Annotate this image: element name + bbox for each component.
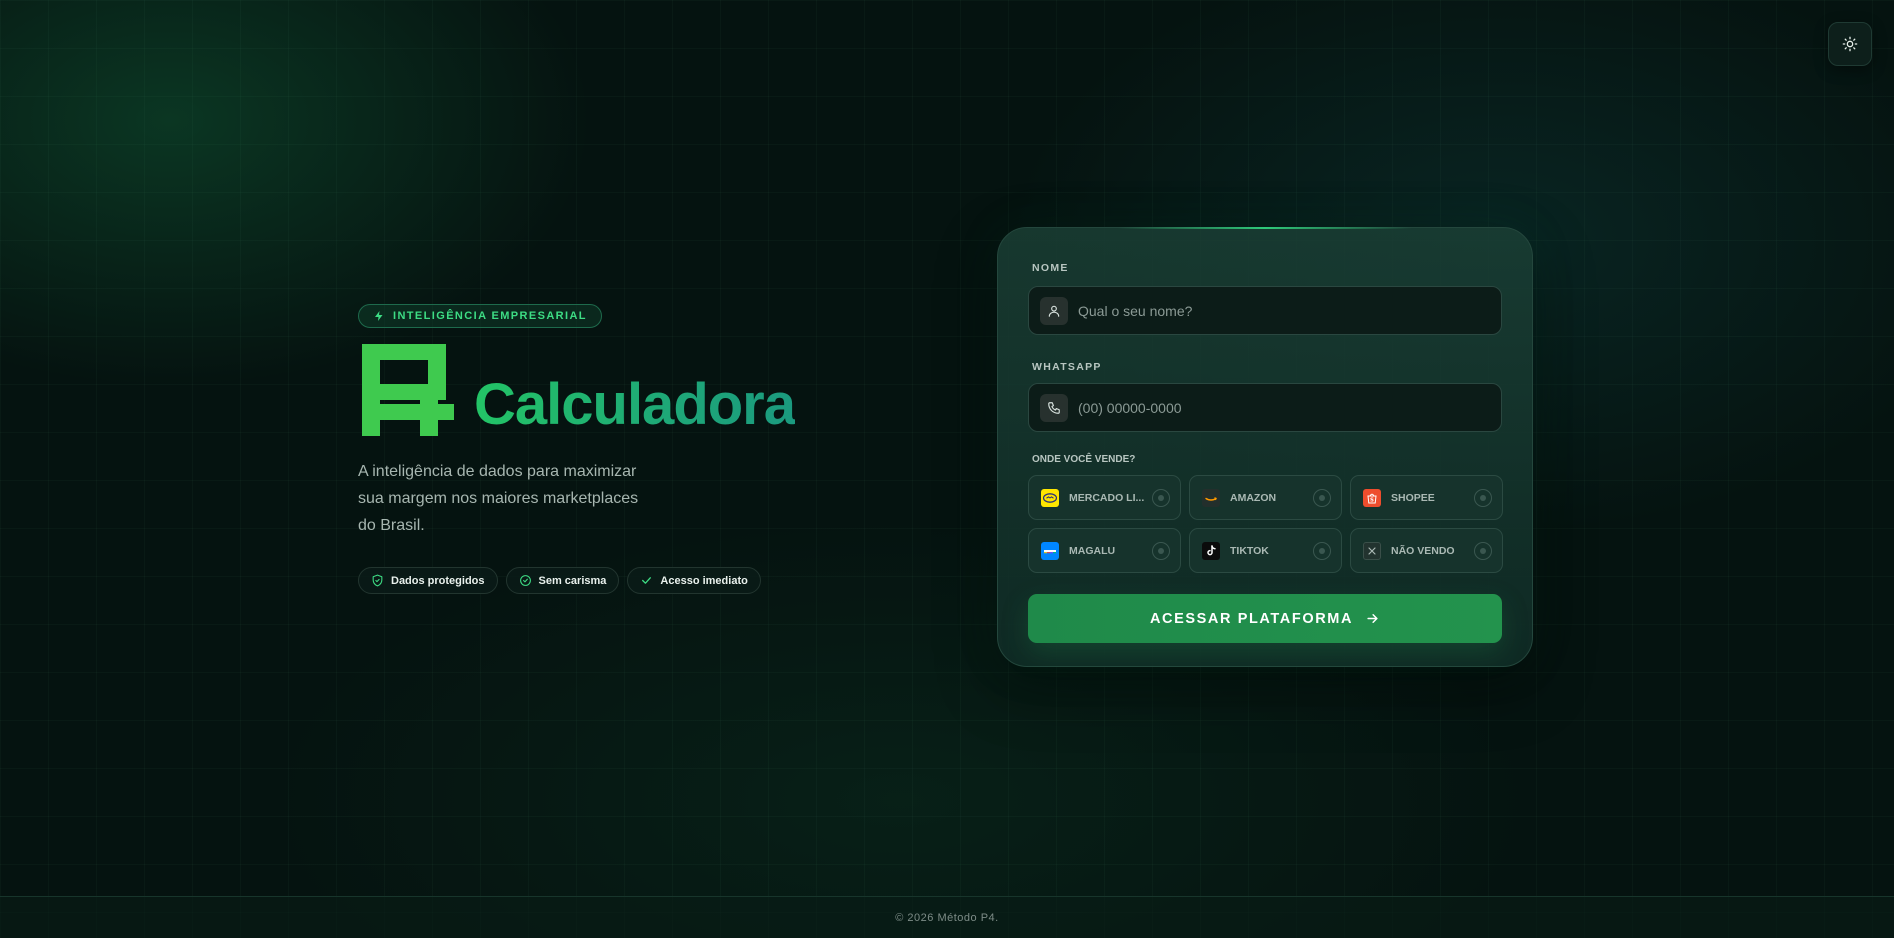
name-field-wrapper	[1028, 286, 1502, 335]
user-icon	[1040, 296, 1068, 325]
background-grid	[0, 0, 1894, 938]
category-badge-label: INTELIGÊNCIA EMPRESARIAL	[393, 310, 587, 322]
marketplace-option-magalu[interactable]: MAGALU	[1028, 528, 1181, 573]
marketplace-name: AMAZON	[1230, 491, 1277, 504]
lightning-icon	[375, 311, 383, 321]
whatsapp-input[interactable]	[1078, 399, 1501, 416]
marketplace-name: SHOPEE	[1391, 491, 1435, 504]
tiktok-logo-icon	[1202, 541, 1220, 560]
brand-name: Calculadora	[474, 372, 796, 437]
sun-icon	[1842, 36, 1858, 52]
circle-check-icon	[519, 575, 531, 586]
copyright-text: © 2026 Método P4.	[895, 911, 999, 924]
chip-data-protected: Dados protegidos	[358, 567, 498, 594]
shield-check-icon	[372, 574, 383, 587]
amazon-logo-icon	[1202, 488, 1220, 507]
whatsapp-field-wrapper	[1028, 383, 1502, 432]
marketplace-name: NÃO VENDO	[1391, 544, 1455, 557]
marketplace-option-amazon[interactable]: AMAZON	[1189, 475, 1342, 520]
mercado-livre-logo-icon	[1041, 488, 1059, 507]
marketplace-radio[interactable]	[1313, 488, 1331, 507]
marketplace-radio[interactable]	[1313, 541, 1331, 560]
marketplace-radio[interactable]	[1152, 488, 1170, 507]
brand: Calculadora	[358, 340, 878, 440]
marketplace-name: MERCADO LI...	[1069, 491, 1145, 504]
marketplace-options: MERCADO LI... AMAZON S SHOPEE MAGALU TIK…	[1028, 475, 1503, 573]
tagline: A inteligência de dados para maximizar s…	[358, 463, 639, 534]
marketplace-option-mercado-livre[interactable]: MERCADO LI...	[1028, 475, 1181, 520]
svg-text:S: S	[1370, 497, 1374, 503]
shopee-logo-icon: S	[1363, 488, 1381, 507]
marketplace-name: MAGALU	[1069, 544, 1116, 557]
name-label: NOME	[1032, 262, 1069, 274]
arrow-right-icon	[1367, 614, 1378, 623]
marketplace-option-tiktok[interactable]: TIKTOK	[1189, 528, 1342, 573]
marketplace-radio[interactable]	[1152, 541, 1170, 560]
check-icon	[642, 577, 652, 584]
phone-icon	[1040, 393, 1068, 422]
marketplace-name: TIKTOK	[1230, 544, 1269, 557]
marketplace-radio[interactable]	[1474, 541, 1492, 560]
hero-section: INTELIGÊNCIA EMPRESARIAL Calculadora A i…	[358, 304, 878, 594]
chip-instant-access: Acesso imediato	[627, 567, 761, 594]
name-input[interactable]	[1078, 302, 1501, 319]
p4-logo	[362, 344, 454, 436]
signup-form-card: NOME WHATSAPP ONDE VOCÊ VENDE? MERCADO L…	[997, 227, 1533, 667]
feature-chips: Dados protegidos Sem carisma Acesso imed…	[358, 567, 878, 594]
chip-no-charisma: Sem carisma	[505, 567, 620, 594]
marketplace-option-shopee[interactable]: S SHOPEE	[1350, 475, 1503, 520]
marketplace-option-none[interactable]: NÃO VENDO	[1350, 528, 1503, 573]
footer: © 2026 Método P4.	[0, 896, 1894, 938]
access-platform-label: ACESSAR PLATAFORMA	[1149, 610, 1354, 627]
chip-label: Dados protegidos	[391, 574, 485, 587]
x-icon	[1363, 541, 1381, 560]
chip-label: Sem carisma	[538, 574, 607, 587]
whatsapp-label: WHATSAPP	[1032, 361, 1102, 373]
marketplace-radio[interactable]	[1474, 488, 1492, 507]
theme-toggle-button[interactable]	[1828, 22, 1872, 66]
category-badge: INTELIGÊNCIA EMPRESARIAL	[358, 304, 602, 328]
magalu-logo-icon	[1041, 541, 1059, 560]
marketplaces-label: ONDE VOCÊ VENDE?	[1032, 454, 1136, 465]
chip-label: Acesso imediato	[660, 574, 748, 587]
access-platform-button[interactable]: ACESSAR PLATAFORMA	[1028, 594, 1502, 643]
